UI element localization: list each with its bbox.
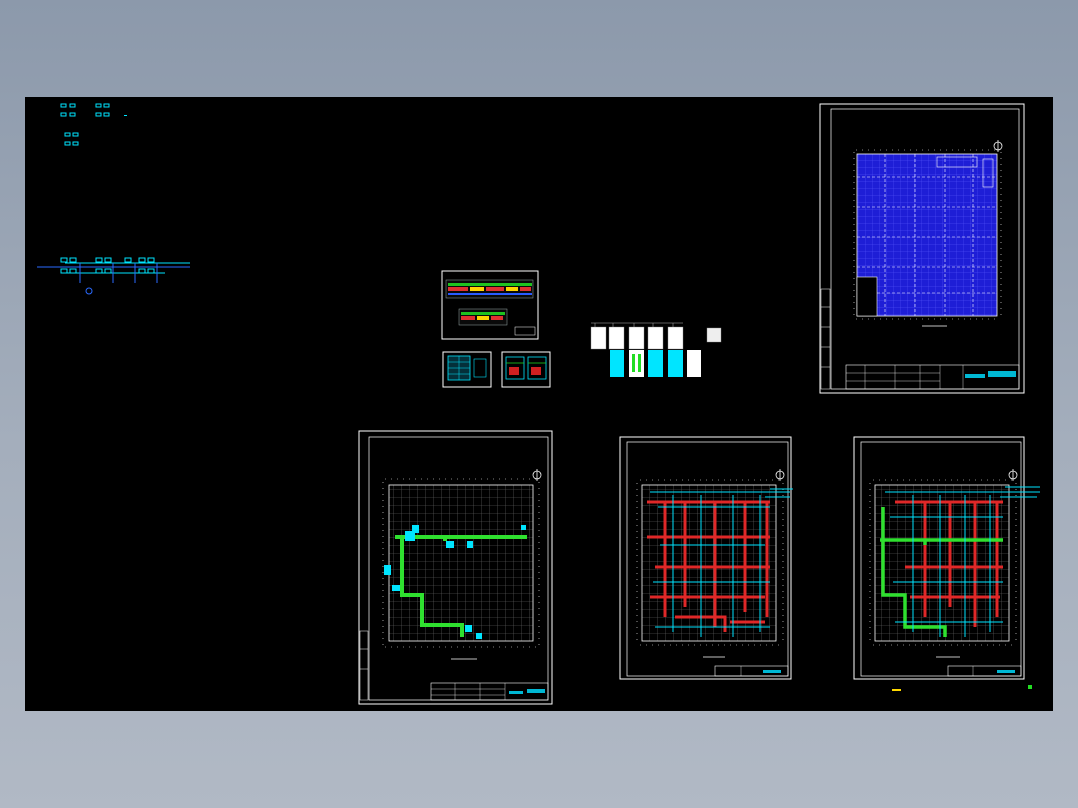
system-schematic-left[interactable] [37, 257, 190, 295]
drawing-canvas[interactable] [25, 97, 1053, 711]
equipment-row[interactable] [590, 322, 722, 377]
detail-sheet-b[interactable] [501, 351, 551, 388]
cad-model-space[interactable] [25, 97, 1053, 711]
sheet-bottom-left[interactable] [358, 430, 553, 705]
detail-sheet-a[interactable] [442, 351, 492, 388]
legend-block-top-left[interactable] [60, 103, 127, 146]
sheet-bottom-middle[interactable] [619, 436, 793, 680]
sheet-bottom-right[interactable] [853, 436, 1040, 680]
sheet-top-right[interactable] [819, 103, 1025, 394]
elevation-sheet[interactable] [441, 270, 539, 340]
yellow-marker [892, 689, 901, 691]
green-marker [1028, 685, 1032, 689]
